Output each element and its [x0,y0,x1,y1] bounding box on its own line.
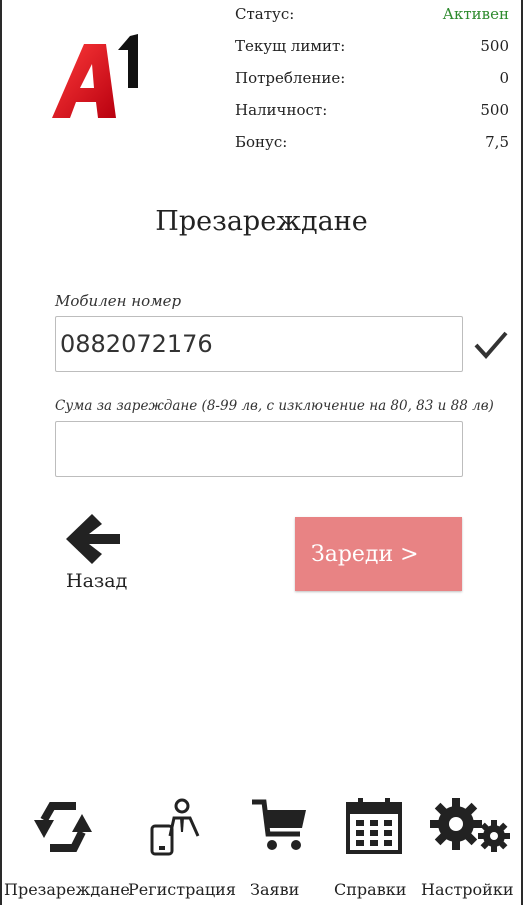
registration-person-icon [150,798,200,856]
nav-settings-label: Настройки [421,880,514,899]
bonus-label: Бонус: [235,133,288,151]
nav-registration-label: Регистрация [128,880,236,899]
check-icon [474,330,508,360]
status-row-bonus: Бонус: 7,5 [235,130,509,162]
phone-label: Мобилен номер [55,292,182,310]
status-row-consumption: Потребление: 0 [235,66,509,98]
recharge-arrows-icon [34,802,92,852]
amount-input[interactable] [55,421,463,477]
status-row-balance: Наличност: 500 [235,98,509,130]
consumption-value: 0 [499,69,509,87]
back-label: Назад [66,570,128,592]
calendar-icon [346,798,402,854]
status-label: Статус: [235,5,295,23]
phone-input[interactable] [55,316,463,372]
nav-reports-label: Справки [334,880,407,899]
gears-icon [430,798,510,852]
consumption-label: Потребление: [235,69,346,87]
nav-order-label: Заяви [250,880,300,899]
arrow-left-icon [66,514,120,564]
a1-logo [48,28,144,124]
limit-value: 500 [480,37,509,55]
cart-icon [252,799,306,850]
bonus-value: 7,5 [485,133,509,151]
nav-recharge-label: Презареждане [4,880,130,899]
amount-label: Сума за зареждане (8-99 лв, с изключение… [55,398,494,414]
limit-label: Текущ лимит: [235,37,346,55]
status-row-limit: Текущ лимит: 500 [235,34,509,66]
page-title: Презареждане [155,206,368,237]
frame-left [0,0,2,905]
balance-label: Наличност: [235,101,328,119]
submit-button[interactable]: Зареди > [295,517,462,591]
status-value: Активен [442,5,509,23]
status-block: Статус: Активен Текущ лимит: 500 Потребл… [235,2,509,162]
back-button[interactable]: Назад [58,512,130,598]
status-row-status: Статус: Активен [235,2,509,34]
balance-value: 500 [480,101,509,119]
